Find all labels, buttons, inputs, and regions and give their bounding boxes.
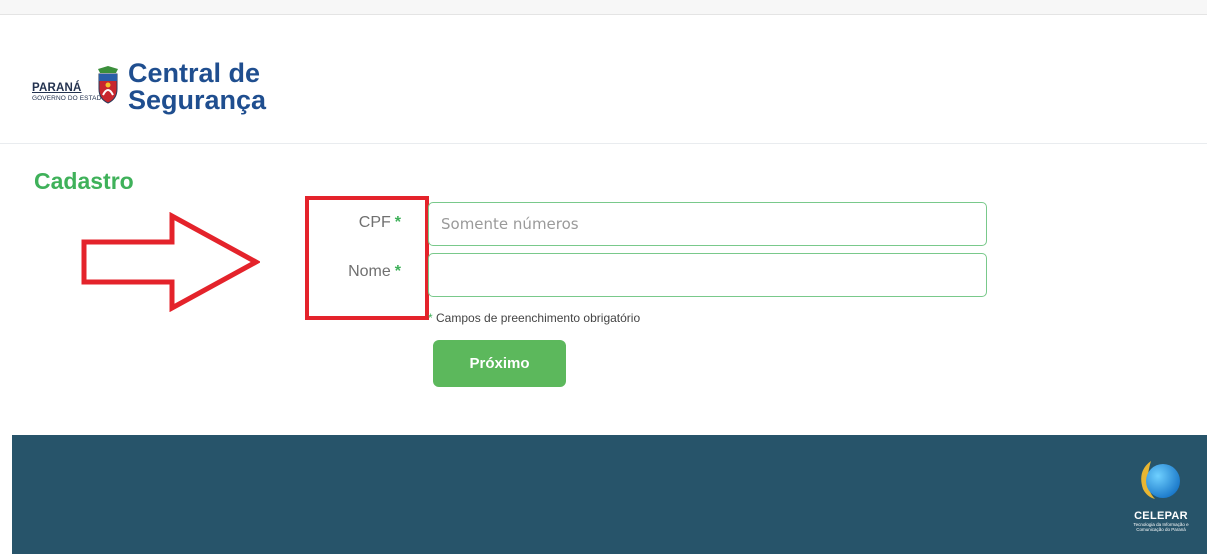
site-title-line1: Central de [128, 58, 261, 88]
next-button[interactable]: Próximo [433, 340, 566, 387]
header-divider [0, 143, 1207, 144]
page-title: Cadastro [34, 168, 134, 194]
footer: CELEPAR Tecnologia da Informação e Comun… [12, 435, 1207, 554]
gov-name: PARANÁ [32, 82, 82, 94]
cpf-input[interactable] [428, 202, 987, 246]
annotation-highlight-box [305, 196, 429, 320]
celepar-globe-icon [1141, 461, 1180, 499]
required-note-text: Campos de preenchimento obrigatório [436, 311, 641, 325]
nome-input[interactable] [428, 253, 987, 297]
state-crest-icon [98, 66, 118, 104]
site-title: Central de Segurança [128, 60, 266, 114]
annotation-arrow-icon [81, 212, 260, 312]
gov-subtitle: GOVERNO DO ESTADO [32, 95, 107, 102]
site-title-line2: Segurança [128, 85, 267, 115]
celepar-name: CELEPAR [1134, 510, 1188, 522]
required-note-asterisk: * [428, 311, 433, 325]
celepar-logo[interactable]: CELEPAR Tecnologia da Informação e Comun… [1129, 457, 1193, 532]
celepar-subtitle: Tecnologia da Informação e Comunicação d… [1133, 522, 1189, 532]
top-strip [0, 0, 1207, 15]
required-fields-note: * Campos de preenchimento obrigatório [428, 311, 640, 325]
parana-government-mark: PARANÁ GOVERNO DO ESTADO [32, 82, 107, 102]
